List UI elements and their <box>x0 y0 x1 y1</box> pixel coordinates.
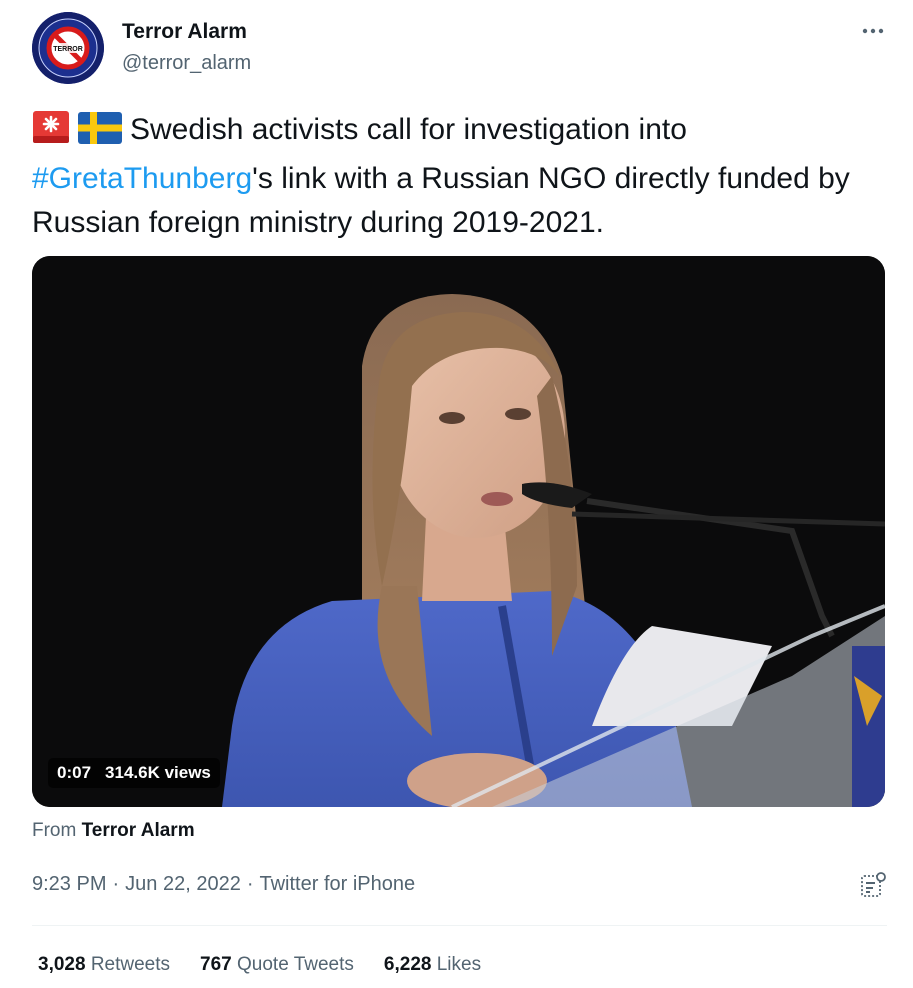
meta-separator: · <box>246 873 254 895</box>
quotes-count: 767 <box>200 954 232 975</box>
terror-alarm-logo-icon: TERROR <box>32 12 104 84</box>
avatar[interactable]: TERROR <box>32 12 104 84</box>
retweets-label: Retweets <box>90 954 171 975</box>
likes-count: 6,228 <box>383 954 432 975</box>
video-views: 314.6K views <box>105 763 211 782</box>
from-prefix: From <box>32 820 77 841</box>
likes-stat[interactable]: 6,228 Likes <box>384 954 481 976</box>
from-attribution: From Terror Alarm <box>32 820 195 842</box>
video-frame <box>32 256 885 807</box>
sweden-flag-icon <box>78 112 122 157</box>
rotating-light-icon <box>32 110 70 157</box>
more-options-button[interactable] <box>858 18 888 44</box>
tweet: TERROR Terror Alarm @terror_alarm Swedis… <box>0 0 913 988</box>
tweet-text: Swedish activists call for investigation… <box>32 108 892 245</box>
svg-text:TERROR: TERROR <box>53 46 83 53</box>
video-info-badge: 0:07 314.6K views <box>48 758 220 788</box>
meta-separator: · <box>112 873 120 895</box>
tweet-client[interactable]: Twitter for iPhone <box>259 873 415 896</box>
tweet-text-part-1: Swedish activists call for investigation… <box>130 113 687 146</box>
tweet-date[interactable]: Jun 22, 2022 <box>125 873 241 896</box>
tweet-time[interactable]: 9:23 PM <box>32 873 106 896</box>
engagement-stats: 3,028 Retweets 767 Quote Tweets 6,228 Li… <box>38 954 481 976</box>
more-dots-icon <box>862 28 884 34</box>
divider <box>32 925 887 926</box>
retweets-count: 3,028 <box>38 954 86 975</box>
hashtag-link[interactable]: #GretaThunberg <box>32 162 252 195</box>
author-handle[interactable]: @terror_alarm <box>122 52 251 75</box>
retweets-stat[interactable]: 3,028 Retweets <box>38 954 170 976</box>
from-source-link[interactable]: Terror Alarm <box>82 820 195 841</box>
likes-label: Likes <box>436 954 482 975</box>
tweet-meta: 9:23 PM · Jun 22, 2022 · Twitter for iPh… <box>32 873 415 896</box>
video-duration: 0:07 <box>57 763 92 782</box>
quotes-label: Quote Tweets <box>237 954 354 975</box>
analytics-icon[interactable] <box>858 870 888 900</box>
author-display-name[interactable]: Terror Alarm <box>122 20 247 44</box>
quote-tweets-stat[interactable]: 767 Quote Tweets <box>200 954 354 976</box>
video-player[interactable] <box>32 256 885 807</box>
